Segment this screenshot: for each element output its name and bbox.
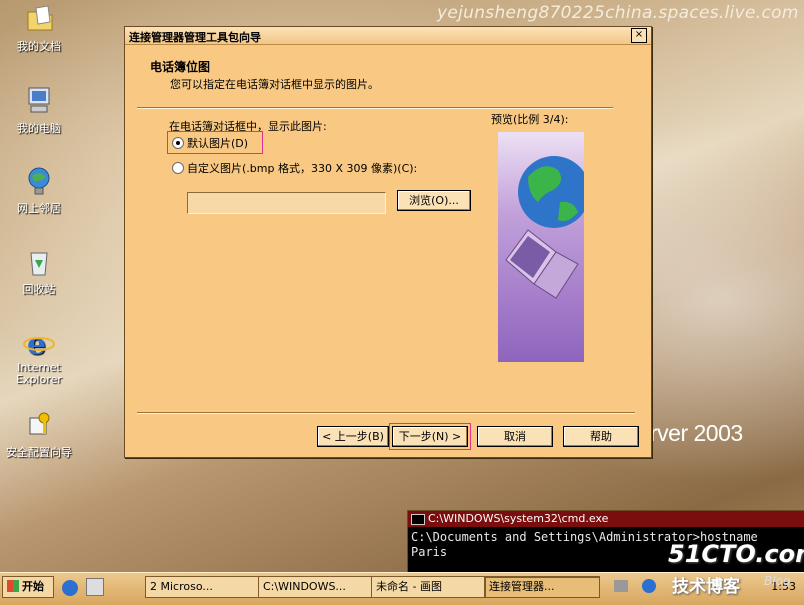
desktop-icon-label: 我的电脑: [17, 122, 61, 135]
preview-label: 预览(比例 3/4):: [491, 113, 569, 126]
page-title: 电话簿位图: [150, 60, 211, 74]
desktop-icon-label: 我的文档: [17, 40, 61, 53]
svg-text:e: e: [27, 327, 46, 360]
start-label: 开始: [22, 580, 44, 593]
taskbar-item-label: 未命名 - 画图: [376, 580, 442, 593]
start-button[interactable]: 开始: [2, 576, 54, 598]
page-subtitle: 您可以指定在电话簿对话框中显示的图片。: [170, 78, 379, 91]
windows-server-brand: rver 2003: [650, 420, 743, 446]
cmd-icon: [411, 514, 425, 525]
custom-picture-path-input[interactable]: [187, 192, 386, 214]
ie-icon: e: [22, 326, 56, 362]
recycle-bin-icon: [22, 245, 56, 279]
browse-button[interactable]: 浏览(O)...: [397, 190, 471, 211]
cmd-title: C:\WINDOWS\system32\cmd.exe: [428, 512, 609, 525]
custom-picture-radio[interactable]: [172, 162, 184, 174]
desktop-icon-recycle-bin[interactable]: 回收站: [0, 245, 78, 297]
desktop-icon-label: 网上邻居: [17, 202, 61, 215]
footer-divider: [137, 412, 635, 414]
custom-picture-label[interactable]: 自定义图片(.bmp 格式，330 X 309 像素)(C):: [187, 160, 417, 176]
help-button[interactable]: 帮助: [563, 426, 639, 447]
network-icon: [22, 164, 56, 198]
taskbar-item-label: 2 Microso...: [150, 580, 213, 593]
help-icon[interactable]: [642, 579, 656, 593]
printer-icon[interactable]: [614, 580, 628, 592]
desktop-icon-label: Internet Explorer: [16, 361, 62, 386]
cmd-titlebar[interactable]: C:\WINDOWS\system32\cmd.exe: [408, 511, 804, 527]
desktop-icon-network[interactable]: 网上邻居: [0, 164, 78, 216]
wizard-dialog: 连接管理器管理工具包向导 × 电话簿位图 您可以指定在电话簿对话框中显示的图片。…: [124, 26, 652, 458]
back-button[interactable]: < 上一步(B): [317, 426, 389, 447]
desktop-icon-label: 回收站: [22, 283, 56, 296]
taskbar-item[interactable]: C:\WINDOWS...: [258, 576, 374, 598]
quick-launch: [62, 578, 104, 599]
taskbar-item[interactable]: 2 Microso...: [145, 576, 261, 598]
header-divider: [137, 107, 613, 109]
site-logo-subtitle: 技术博客: [672, 577, 740, 597]
taskbar-item-label: 连接管理器...: [489, 580, 555, 593]
default-picture-label[interactable]: 默认图片(D): [187, 135, 248, 151]
watermark-text: yejunsheng870225china.spaces.live.com: [437, 3, 799, 23]
computer-icon: [22, 84, 56, 118]
globe-laptop-illustration: [505, 156, 590, 299]
dialog-title: 连接管理器管理工具包向导: [129, 31, 261, 44]
taskbar-item-active[interactable]: 连接管理器...: [484, 576, 600, 598]
desktop-icon-label: 安全配置向导: [6, 446, 72, 459]
security-wizard-icon: [22, 408, 56, 442]
folder-icon: [22, 2, 56, 36]
close-button[interactable]: ×: [631, 28, 647, 43]
next-button[interactable]: 下一步(N) >: [392, 426, 468, 447]
site-logo-blog: Blog: [764, 574, 791, 588]
desktop-icon-my-computer[interactable]: 我的电脑: [0, 84, 78, 136]
show-desktop-icon[interactable]: [85, 578, 104, 596]
taskbar-item-label: C:\WINDOWS...: [263, 580, 346, 593]
cancel-button[interactable]: 取消: [477, 426, 553, 447]
site-logo: 51CTO.com: [668, 540, 804, 568]
phonebook-preview-image: [498, 132, 590, 362]
windows-logo-icon: [7, 580, 19, 592]
desktop-icon-my-documents[interactable]: 我的文档: [0, 2, 78, 54]
dialog-titlebar[interactable]: 连接管理器管理工具包向导 ×: [125, 27, 651, 45]
ie-icon[interactable]: [62, 580, 78, 596]
taskbar-item[interactable]: 未命名 - 画图: [371, 576, 487, 598]
wizard-header: 电话簿位图 您可以指定在电话簿对话框中显示的图片。: [125, 45, 651, 105]
default-picture-radio[interactable]: [172, 137, 184, 149]
desktop-icon-security-wizard[interactable]: 安全配置向导: [0, 408, 78, 460]
desktop-icon-internet-explorer[interactable]: e Internet Explorer: [0, 326, 78, 386]
